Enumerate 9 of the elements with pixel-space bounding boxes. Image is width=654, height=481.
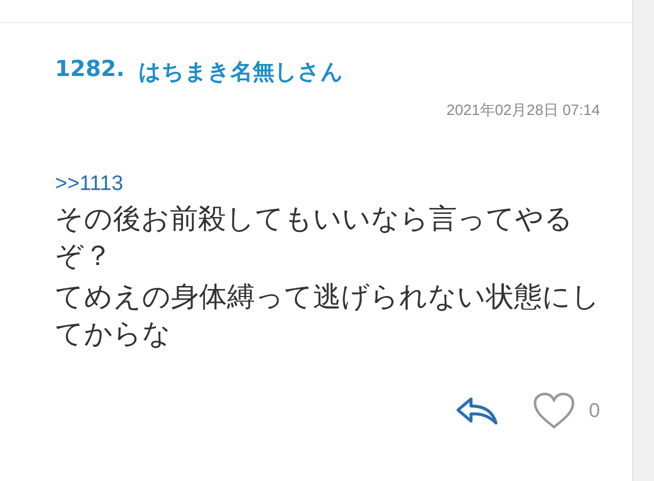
reply-icon[interactable] [454, 396, 499, 426]
post-date: 2021年02月28日 07:14 [446, 101, 600, 120]
post-text: てめえの身体縛って逃げられない状態にしてからな [55, 279, 600, 352]
like-count: 0 [588, 400, 600, 422]
author-name: はちまき名無しさん [138, 59, 344, 87]
heart-icon[interactable] [532, 392, 575, 430]
post-number: 1282. [55, 57, 125, 84]
reply-link[interactable]: >>1113 [55, 172, 124, 196]
post-text: その後お前殺してもいいなら言ってやるぞ？ [55, 201, 574, 274]
